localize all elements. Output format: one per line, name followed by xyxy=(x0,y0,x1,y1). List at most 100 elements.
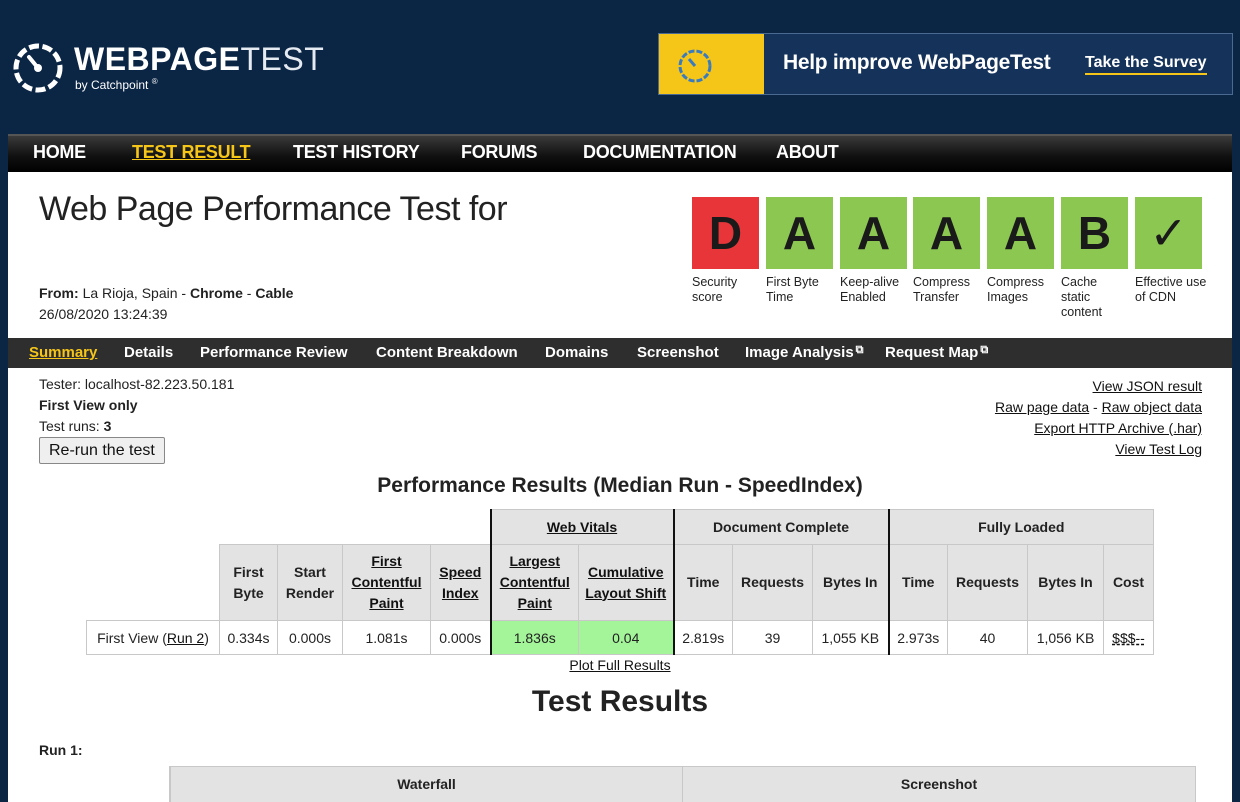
tab-request-map[interactable]: Request Map ⧉ xyxy=(885,344,988,361)
cost-link[interactable]: $$$-- xyxy=(1112,630,1145,646)
row-label: First View (Run 2) xyxy=(86,620,220,655)
col-start-render: Start Render xyxy=(277,544,343,621)
results-page: Web Page Performance Test for From: La R… xyxy=(8,172,1232,802)
cls-value: 0.04 xyxy=(578,620,674,655)
raw-page-data-link[interactable]: Raw page data xyxy=(995,399,1089,415)
performance-results-table: Web Vitals Document Complete Fully Loade… xyxy=(86,509,1154,655)
col-cumulative-layout-shift: Cumulative Layout Shift xyxy=(578,544,674,621)
screenshot-header: Screenshot xyxy=(682,766,1196,802)
tab-performance-review[interactable]: Performance Review xyxy=(200,344,348,361)
grade-letter: B xyxy=(1061,197,1128,269)
nav-home[interactable]: HOME xyxy=(33,142,86,163)
col-dc-time: Time xyxy=(672,544,733,621)
col-first-byte: First Byte xyxy=(219,544,278,621)
export-har-link[interactable]: Export HTTP Archive (.har) xyxy=(1034,420,1202,436)
dc-time-value: 2.819s xyxy=(672,620,733,655)
first-contentful-paint-link[interactable]: First Contentful Paint xyxy=(352,553,422,611)
grade-first-byte[interactable]: A First Byte Time xyxy=(766,197,833,305)
grade-label: First Byte Time xyxy=(766,275,819,304)
fl-requests-value: 40 xyxy=(947,620,1028,655)
main-nav: HOME TEST RESULT TEST HISTORY FORUMS DOC… xyxy=(8,134,1232,172)
grade-label: Cache static content xyxy=(1061,275,1103,319)
nav-documentation[interactable]: DOCUMENTATION xyxy=(583,142,737,163)
fcp-value: 1.081s xyxy=(342,620,431,655)
col-dc-bytes-in: Bytes In xyxy=(812,544,889,621)
grade-label: Keep-alive Enabled xyxy=(840,275,900,304)
fully-loaded-header: Fully Loaded xyxy=(887,509,1154,545)
tab-content-breakdown[interactable]: Content Breakdown xyxy=(376,344,518,361)
grade-cache-static[interactable]: B Cache static content xyxy=(1061,197,1128,320)
grade-label: Compress Transfer xyxy=(913,275,970,304)
grade-security[interactable]: D Security score xyxy=(692,197,759,305)
dc-bytes-value: 1,055 KB xyxy=(812,620,889,655)
grade-label: Effective use of CDN xyxy=(1135,275,1207,304)
performance-results-title: Performance Results (Median Run - SpeedI… xyxy=(377,474,863,497)
first-view-only: First View only xyxy=(39,397,138,413)
logo-wordmark: WEBPAGETEST xyxy=(74,41,325,77)
top-account-links[interactable] xyxy=(972,0,1232,6)
tab-domains[interactable]: Domains xyxy=(545,344,608,361)
test-results-title: Test Results xyxy=(531,685,709,718)
col-fl-bytes-in: Bytes In xyxy=(1027,544,1104,621)
tab-details[interactable]: Details xyxy=(124,344,173,361)
nav-test-history[interactable]: TEST HISTORY xyxy=(293,142,420,163)
plot-full-results-link[interactable]: Plot Full Results xyxy=(569,657,670,673)
nav-about[interactable]: ABOUT xyxy=(776,142,839,163)
grade-label: Security score xyxy=(692,275,738,304)
col-fl-requests: Requests xyxy=(947,544,1028,621)
nav-forums[interactable]: FORUMS xyxy=(461,142,538,163)
largest-contentful-paint-link[interactable]: Largest Contentful Paint xyxy=(500,553,570,611)
tab-image-analysis[interactable]: Image Analysis ⧉ xyxy=(745,344,864,361)
grade-compress-transfer[interactable]: A Compress Transfer xyxy=(913,197,980,305)
grade-compress-images[interactable]: A Compress Images xyxy=(987,197,1054,305)
table-row: First View (Run 2) 0.334s 0.000s 1.081s … xyxy=(86,620,1154,655)
tab-screenshot[interactable]: Screenshot xyxy=(637,344,719,361)
speed-index-link[interactable]: Speed Index xyxy=(439,564,481,601)
tab-summary[interactable]: Summary xyxy=(29,344,97,361)
dc-requests-value: 39 xyxy=(732,620,813,655)
logo-byline: by Catchpoint ® xyxy=(75,77,158,92)
web-vitals-header: Web Vitals xyxy=(489,509,674,545)
col-dc-requests: Requests xyxy=(732,544,813,621)
run-2-link[interactable]: Run 2 xyxy=(167,630,204,646)
test-date: 26/08/2020 13:24:39 xyxy=(39,306,168,322)
speed-index-value: 0.000s xyxy=(430,620,491,655)
view-test-log-link[interactable]: View Test Log xyxy=(1115,441,1202,457)
rerun-test-button[interactable]: Re-run the test xyxy=(39,437,165,464)
survey-banner[interactable]: Help improve WebPageTest Take the Survey xyxy=(658,33,1233,95)
tester-info: Tester: localhost-82.223.50.181 xyxy=(39,376,235,392)
grade-label: Compress Images xyxy=(987,275,1044,304)
fl-time-value: 2.973s xyxy=(887,620,948,655)
col-largest-contentful-paint: Largest Contentful Paint xyxy=(489,544,579,621)
take-survey-link[interactable]: Take the Survey xyxy=(1085,54,1207,75)
results-sub-nav: Summary Details Performance Review Conte… xyxy=(8,338,1232,368)
cost-value: $$$-- xyxy=(1103,620,1154,655)
document-complete-header: Document Complete xyxy=(672,509,889,545)
external-link-icon: ⧉ xyxy=(980,344,989,356)
web-vitals-link[interactable]: Web Vitals xyxy=(547,519,617,535)
first-byte-value: 0.334s xyxy=(219,620,278,655)
banner-art xyxy=(659,34,764,94)
test-runs: Test runs: 3 xyxy=(39,418,112,434)
test-location: From: La Rioja, Spain - Chrome - Cable xyxy=(39,285,294,301)
run-table-corner xyxy=(46,766,170,802)
waterfall-header: Waterfall xyxy=(170,766,683,802)
view-json-link[interactable]: View JSON result xyxy=(1093,378,1202,394)
col-first-contentful-paint: First Contentful Paint xyxy=(342,544,431,621)
grade-letter: A xyxy=(840,197,907,269)
grade-cdn[interactable]: ✓ Effective use of CDN xyxy=(1135,197,1206,305)
grade-letter: A xyxy=(766,197,833,269)
nav-test-result[interactable]: TEST RESULT xyxy=(132,142,251,163)
webpagetest-logo[interactable]: WEBPAGETEST by Catchpoint ® xyxy=(12,40,324,96)
grade-summary: D Security score A First Byte Time A Kee… xyxy=(692,197,1212,327)
run-label: Run 1: xyxy=(39,742,83,758)
stopwatch-logo-icon xyxy=(13,43,63,93)
grade-keep-alive[interactable]: A Keep-alive Enabled xyxy=(840,197,907,305)
page-title: Web Page Performance Test for xyxy=(39,190,508,228)
start-render-value: 0.000s xyxy=(277,620,343,655)
external-link-icon: ⧉ xyxy=(855,344,864,356)
col-speed-index: Speed Index xyxy=(430,544,491,621)
cumulative-layout-shift-link[interactable]: Cumulative Layout Shift xyxy=(585,564,666,601)
lcp-value: 1.836s xyxy=(489,620,579,655)
raw-object-data-link[interactable]: Raw object data xyxy=(1102,399,1202,415)
